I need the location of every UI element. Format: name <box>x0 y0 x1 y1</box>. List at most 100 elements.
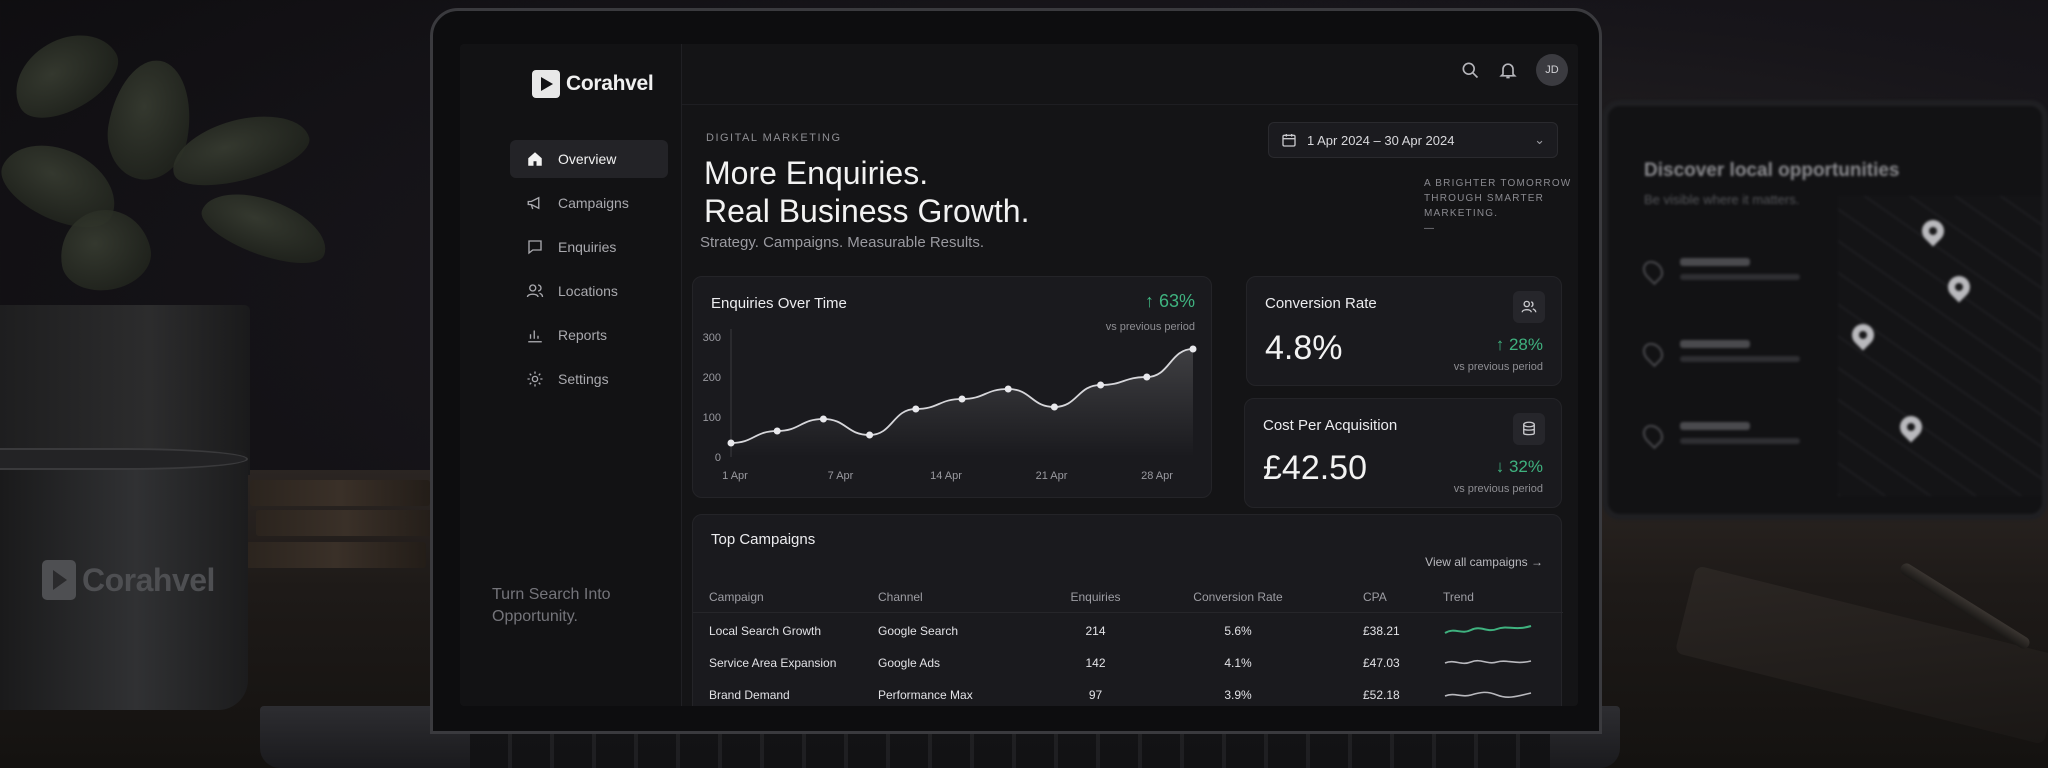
enquiries-line-chart: 0 100 200 300 1 Apr 7 Apr 14 Apr 21 Apr 28 Apr <box>703 329 1197 482</box>
campaign-conversion: 4.1% <box>1224 656 1252 670</box>
campaign-channel: Google Search <box>878 624 959 638</box>
top-divider <box>682 104 1578 105</box>
cpa-delta-caption: vs previous period <box>1453 483 1543 495</box>
column-header[interactable]: Campaign <box>693 590 878 604</box>
table-row[interactable]: Local Search Growth Google Search 214 5.… <box>693 615 1563 647</box>
series-area <box>731 349 1193 457</box>
y-tick-label: 300 <box>703 332 721 344</box>
sidebar-item-settings[interactable]: Settings <box>510 360 668 398</box>
column-header[interactable]: Trend <box>1443 590 1563 604</box>
background-tablet: Discover local opportunities Be visible … <box>1602 100 2048 520</box>
avatar[interactable]: JD <box>1536 54 1568 86</box>
data-point <box>958 395 966 403</box>
campaign-name: Local Search Growth <box>709 624 822 638</box>
map-pin-icon <box>1943 271 1975 303</box>
campaign-cpa: £47.03 <box>1363 656 1400 670</box>
brand-logo[interactable]: Corahvel <box>532 70 654 98</box>
date-range-value: 1 Apr 2024 – 30 Apr 2024 <box>1307 132 1455 148</box>
conversion-rate-value: 4.8% <box>1265 329 1343 367</box>
calendar-icon <box>1282 134 1296 147</box>
headline-line-2: Real Business Growth. <box>704 193 1030 229</box>
data-point <box>727 439 735 447</box>
column-header[interactable]: Enquiries <box>1038 590 1153 604</box>
page-title: More Enquiries. Real Business Growth. <box>704 154 1029 230</box>
sidebar-item-label: Reports <box>558 327 608 343</box>
date-range-picker[interactable]: 1 Apr 2024 – 30 Apr 2024 ⌄ <box>1268 122 1558 158</box>
table-row[interactable]: Service Area Expansion Google Ads 142 4.… <box>693 647 1563 679</box>
data-point <box>773 427 781 435</box>
card-title: Cost Per Acquisition <box>1263 417 1398 434</box>
tablet-map <box>1838 196 2042 496</box>
map-pin-icon <box>1847 319 1879 351</box>
campaign-enquiries: 97 <box>1088 688 1103 702</box>
campaign-name: Service Area Expansion <box>709 656 837 670</box>
logo-mark-icon <box>532 70 560 98</box>
sidebar-item-reports[interactable]: Reports <box>510 316 668 354</box>
brand-name: Corahvel <box>566 72 654 95</box>
top-bar-actions: JD <box>1460 54 1568 86</box>
gear-icon <box>527 371 543 387</box>
y-tick-label: 100 <box>703 412 721 424</box>
home-icon <box>528 152 542 166</box>
sidebar-item-campaigns[interactable]: Campaigns <box>510 184 668 222</box>
data-point <box>1050 403 1058 411</box>
bell-icon[interactable] <box>1498 60 1518 80</box>
column-header[interactable]: Channel <box>878 590 1038 604</box>
table-title: Top Campaigns <box>711 531 816 548</box>
bar-chart-icon <box>528 330 542 343</box>
data-point <box>1189 345 1197 353</box>
sidebar-tagline: Turn Search Into Opportunity. <box>492 586 611 625</box>
book-stack <box>246 470 436 620</box>
y-tick-label: 0 <box>715 452 721 464</box>
sidebar: Corahvel Overview Campaigns Enquiries Lo… <box>460 44 682 706</box>
chevron-down-icon: ⌄ <box>1534 132 1545 147</box>
sidebar-item-label: Campaigns <box>558 195 629 211</box>
map-pin-icon <box>1917 215 1949 247</box>
data-point <box>1143 373 1151 381</box>
campaign-conversion: 3.9% <box>1224 688 1252 702</box>
x-tick-label: 14 Apr <box>930 470 962 482</box>
campaign-name: Brand Demand <box>709 688 790 702</box>
sidebar-item-locations[interactable]: Locations <box>510 272 668 310</box>
table-row[interactable]: Brand Demand Performance Max 97 3.9% £52… <box>693 679 1563 706</box>
page-eyebrow: DIGITAL MARKETING <box>706 132 842 144</box>
map-pin-icon <box>1895 411 1927 443</box>
headline-line-1: More Enquiries. <box>704 155 929 191</box>
sidebar-item-label: Enquiries <box>558 239 617 255</box>
data-point <box>1004 385 1012 393</box>
column-header[interactable]: CPA <box>1323 590 1443 604</box>
search-icon[interactable] <box>1460 60 1480 80</box>
x-tick-label: 28 Apr <box>1141 470 1173 482</box>
campaign-channel: Performance Max <box>878 688 973 702</box>
cpa-value: £42.50 <box>1263 449 1367 487</box>
campaign-enquiries: 142 <box>1085 656 1106 670</box>
campaign-conversion: 5.6% <box>1224 624 1252 638</box>
table-header: Campaign Channel Enquiries Conversion Ra… <box>693 581 1563 613</box>
x-tick-label: 7 Apr <box>828 470 854 482</box>
sidebar-item-label: Overview <box>558 151 617 167</box>
tablet-subtitle: Be visible where it matters. <box>1644 192 1800 207</box>
conversion-delta: ↑ 28% <box>1495 335 1543 354</box>
database-icon <box>1513 413 1545 445</box>
x-tick-label: 1 Apr <box>722 470 748 482</box>
sidebar-item-enquiries[interactable]: Enquiries <box>510 228 668 266</box>
users-icon <box>526 284 544 298</box>
trend-sparkline <box>1443 621 1563 642</box>
card-title: Conversion Rate <box>1265 295 1377 312</box>
campaign-cpa: £52.18 <box>1363 688 1400 702</box>
sidebar-item-label: Settings <box>558 371 609 387</box>
top-campaigns-table: Top Campaigns View all campaigns → Campa… <box>692 514 1563 706</box>
plant-image <box>0 0 420 475</box>
campaign-enquiries: 214 <box>1085 624 1106 638</box>
sidebar-item-overview[interactable]: Overview <box>510 140 668 178</box>
trend-sparkline <box>1443 653 1563 674</box>
data-point <box>819 415 827 423</box>
view-all-campaigns-link[interactable]: View all campaigns → <box>1425 555 1543 569</box>
sidebar-nav: Overview Campaigns Enquiries Locations R… <box>510 140 668 404</box>
dashboard-screen: Corahvel Overview Campaigns Enquiries Lo… <box>460 44 1578 706</box>
chat-icon <box>528 240 542 255</box>
enquiries-chart-card: Enquiries Over Time ↑ 63% vs previous pe… <box>692 276 1212 498</box>
conversion-rate-card: Conversion Rate 4.8% ↑ 28% vs previous p… <box>1246 276 1562 386</box>
column-header[interactable]: Conversion Rate <box>1153 590 1323 604</box>
slogan-text: A BRIGHTER TOMORROW THROUGH SMARTER MARK… <box>1424 178 1572 234</box>
